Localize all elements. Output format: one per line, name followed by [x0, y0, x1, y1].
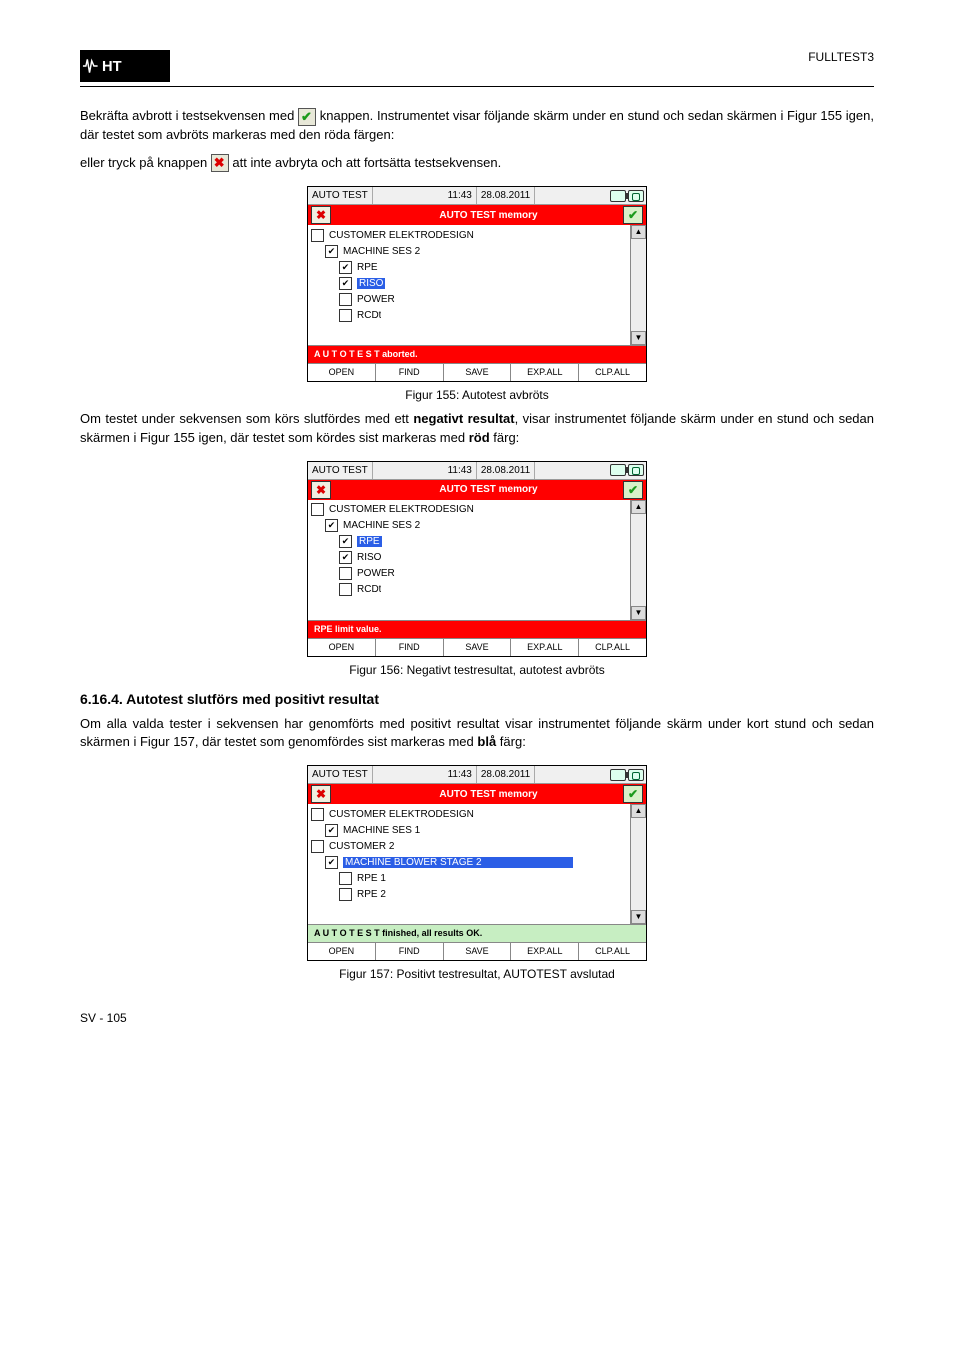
- memory-title: AUTO TEST memory: [331, 789, 646, 800]
- scrollbar[interactable]: ▲ ▼: [630, 500, 646, 620]
- battery-icon: [610, 464, 626, 476]
- scroll-up-icon[interactable]: ▲: [631, 500, 646, 514]
- status-bar: A U T O T E S T aborted.: [308, 345, 646, 363]
- tab-find[interactable]: FIND: [376, 639, 444, 656]
- cancel-icon: [211, 154, 229, 172]
- plug-icon: [628, 769, 644, 781]
- device-name: FULLTEST3: [808, 50, 874, 64]
- scroll-up-icon[interactable]: ▲: [631, 225, 646, 239]
- tree-row[interactable]: ✔RISO: [339, 550, 627, 566]
- paragraph-2: eller tryck på knappen att inte avbryta …: [80, 154, 874, 173]
- page-number: SV - 105: [80, 1011, 127, 1025]
- bottom-tabs: OPEN FIND SAVE EXP.ALL CLP.ALL: [308, 363, 646, 381]
- tree-view[interactable]: CUSTOMER ELEKTRODESIGN ✔MACHINE SES 2 ✔R…: [308, 500, 630, 620]
- tree-row[interactable]: POWER: [339, 566, 627, 582]
- tree-row[interactable]: RPE 2: [339, 886, 627, 902]
- tab-find[interactable]: FIND: [376, 943, 444, 960]
- ok-icon: [298, 108, 316, 126]
- figure-caption-2: Figur 156: Negativt testresultat, autote…: [349, 663, 604, 677]
- scroll-down-icon[interactable]: ▼: [631, 910, 646, 924]
- scroll-up-icon[interactable]: ▲: [631, 804, 646, 818]
- scroll-down-icon[interactable]: ▼: [631, 606, 646, 620]
- tree-row[interactable]: CUSTOMER 2: [311, 838, 627, 854]
- screen-date: 28.08.2011: [477, 766, 535, 783]
- tab-find[interactable]: FIND: [376, 364, 444, 381]
- bottom-tabs: OPEN FIND SAVE EXP.ALL CLP.ALL: [308, 942, 646, 960]
- svg-text:HT: HT: [102, 59, 122, 75]
- screen-time: 11:43: [444, 187, 477, 204]
- tab-open[interactable]: OPEN: [308, 943, 376, 960]
- plug-icon: [628, 464, 644, 476]
- tab-save[interactable]: SAVE: [444, 943, 512, 960]
- scrollbar[interactable]: ▲ ▼: [630, 804, 646, 924]
- memory-title: AUTO TEST memory: [331, 484, 646, 495]
- tree-row[interactable]: ✔RPE: [339, 259, 627, 275]
- tree-row[interactable]: CUSTOMER ELEKTRODESIGN: [311, 806, 627, 822]
- tree-row[interactable]: CUSTOMER ELEKTRODESIGN: [311, 502, 627, 518]
- paragraph-3: Om testet under sekvensen som körs slutf…: [80, 410, 874, 446]
- device-screen-2: AUTO TEST 11:43 28.08.2011 ✖ AUTO TEST m…: [307, 461, 647, 657]
- tree-row[interactable]: RPE 1: [339, 870, 627, 886]
- tab-open[interactable]: OPEN: [308, 639, 376, 656]
- scroll-down-icon[interactable]: ▼: [631, 331, 646, 345]
- screen-mode-label: AUTO TEST: [308, 187, 373, 204]
- paragraph-1: Bekräfta avbrott i testsekvensen med kna…: [80, 107, 874, 144]
- ok-button[interactable]: ✔: [623, 481, 643, 499]
- section-heading: 6.16.4. Autotest slutförs med positivt r…: [80, 691, 874, 707]
- battery-icon: [610, 190, 626, 202]
- status-bar: RPE limit value.: [308, 620, 646, 638]
- brand-logo: HT: [80, 50, 170, 82]
- figure-caption-1: Figur 155: Autotest avbröts: [405, 388, 548, 402]
- plug-icon: [628, 190, 644, 202]
- scrollbar[interactable]: ▲ ▼: [630, 225, 646, 345]
- tree-row[interactable]: RCDt: [339, 307, 627, 323]
- figure-caption-3: Figur 157: Positivt testresultat, AUTOTE…: [339, 967, 615, 981]
- screen-date: 28.08.2011: [477, 462, 535, 479]
- cancel-button[interactable]: ✖: [311, 481, 331, 499]
- device-screen-1: AUTO TEST 11:43 28.08.2011 ✖ AUTO TEST m…: [307, 186, 647, 382]
- battery-icon: [610, 769, 626, 781]
- screen-date: 28.08.2011: [477, 187, 535, 204]
- tree-row[interactable]: ✔MACHINE SES 1: [325, 822, 627, 838]
- tree-view[interactable]: CUSTOMER ELEKTRODESIGN ✔MACHINE SES 2 ✔R…: [308, 225, 630, 345]
- tree-row[interactable]: POWER: [339, 291, 627, 307]
- device-screen-3: AUTO TEST 11:43 28.08.2011 ✖ AUTO TEST m…: [307, 765, 647, 961]
- cancel-button[interactable]: ✖: [311, 785, 331, 803]
- tree-row[interactable]: CUSTOMER ELEKTRODESIGN: [311, 227, 627, 243]
- screen-time: 11:43: [444, 462, 477, 479]
- tab-expall[interactable]: EXP.ALL: [511, 364, 579, 381]
- tree-row[interactable]: ✔RISO: [339, 275, 627, 291]
- screen-time: 11:43: [444, 766, 477, 783]
- tree-row[interactable]: ✔MACHINE SES 2: [325, 243, 627, 259]
- tab-clpall[interactable]: CLP.ALL: [579, 364, 646, 381]
- tab-clpall[interactable]: CLP.ALL: [579, 639, 646, 656]
- header-divider: [80, 86, 874, 87]
- memory-title: AUTO TEST memory: [331, 210, 646, 221]
- tree-row[interactable]: ✔RPE: [339, 534, 627, 550]
- tree-row[interactable]: RCDt: [339, 582, 627, 598]
- tab-open[interactable]: OPEN: [308, 364, 376, 381]
- tree-view[interactable]: CUSTOMER ELEKTRODESIGN ✔MACHINE SES 1 CU…: [308, 804, 630, 924]
- ok-button[interactable]: ✔: [623, 206, 643, 224]
- bottom-tabs: OPEN FIND SAVE EXP.ALL CLP.ALL: [308, 638, 646, 656]
- tab-expall[interactable]: EXP.ALL: [511, 943, 579, 960]
- tab-clpall[interactable]: CLP.ALL: [579, 943, 646, 960]
- tab-expall[interactable]: EXP.ALL: [511, 639, 579, 656]
- paragraph-4: Om alla valda tester i sekvensen har gen…: [80, 715, 874, 751]
- screen-mode-label: AUTO TEST: [308, 766, 373, 783]
- status-bar: A U T O T E S T finished, all results OK…: [308, 924, 646, 942]
- tree-row[interactable]: ✔MACHINE BLOWER STAGE 2: [325, 854, 627, 870]
- tab-save[interactable]: SAVE: [444, 364, 512, 381]
- cancel-button[interactable]: ✖: [311, 206, 331, 224]
- screen-mode-label: AUTO TEST: [308, 462, 373, 479]
- ok-button[interactable]: ✔: [623, 785, 643, 803]
- tree-row[interactable]: ✔MACHINE SES 2: [325, 518, 627, 534]
- tab-save[interactable]: SAVE: [444, 639, 512, 656]
